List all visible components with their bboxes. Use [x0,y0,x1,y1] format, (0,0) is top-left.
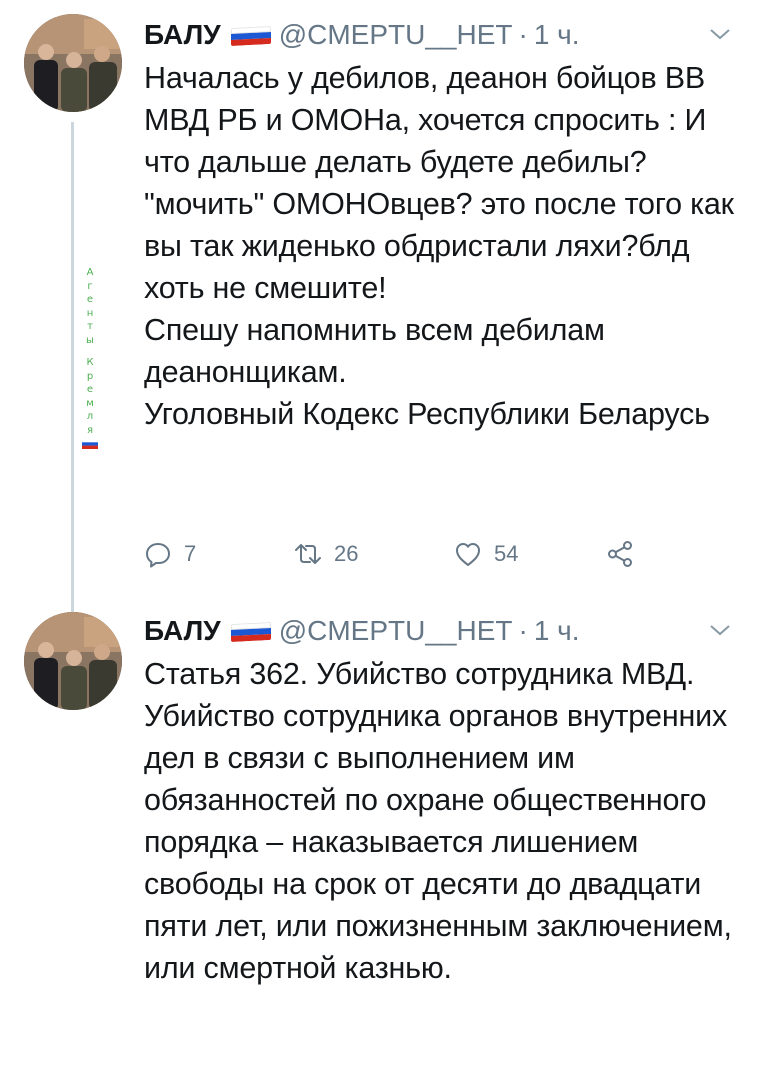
retweet-icon [295,544,321,564]
watermark-word-1: Агенты [82,266,98,347]
russian-flag-icon [82,439,98,449]
watermark-letter: е [86,294,94,305]
share-button[interactable] [606,536,646,572]
watermark-letter: т [87,321,93,332]
russian-flag-icon [230,621,271,643]
watermark-letter: ы [86,334,94,346]
author-name[interactable]: БАЛУ [144,19,221,51]
watermark: Агенты Кремля [82,266,98,454]
timestamp[interactable]: 1 ч. [534,19,580,51]
russian-flag-icon [230,25,271,47]
tweet-paragraph: Статья 362. Убийство сотрудника МВД. [144,657,695,691]
chevron-down-icon[interactable] [708,22,732,46]
heart-icon [456,543,480,566]
author-handle[interactable]: @CMEPTU__HET [279,19,513,51]
watermark-letter: л [86,411,94,422]
tweet-text: Началась у дебилов, деанон бойцов ВВ МВД… [144,57,744,435]
tweet-header: БАЛУ @CMEPTU__HET · 1 ч. [144,18,580,52]
retweet-count: 26 [334,541,359,566]
tweet-header: БАЛУ @CMEPTU__HET · 1 ч. [144,614,580,648]
tweet-text: Статья 362. Убийство сотрудника МВД. Уби… [144,653,744,989]
avatar-photo-icon [24,14,122,112]
reply-icon [146,543,170,568]
author-handle[interactable]: @CMEPTU__HET [279,615,513,647]
share-icon [608,541,632,567]
separator: · [518,615,528,646]
watermark-letter: А [86,267,94,278]
like-button[interactable]: 54 [454,536,518,572]
watermark-letter: р [86,370,94,382]
chevron-down-icon[interactable] [708,618,732,642]
reply-button[interactable]: 7 [144,536,196,572]
tweet-actions: 7 26 54 [144,536,644,572]
avatar[interactable] [24,14,122,112]
avatar-photo-icon [24,612,122,710]
watermark-letter: н [86,307,94,319]
tweet-paragraph: Спешу напомнить всем дебилам деанонщикам… [144,313,605,389]
watermark-letter: г [87,280,93,292]
separator: · [518,19,528,50]
tweet-paragraph: Убийство сотрудника органов внутренних д… [144,699,732,985]
avatar[interactable] [24,612,122,710]
watermark-letter: я [86,424,93,436]
tweet-2[interactable]: БАЛУ @CMEPTU__HET · 1 ч. Статья 362. Уби… [0,600,760,1080]
timestamp[interactable]: 1 ч. [534,615,580,647]
author-name[interactable]: БАЛУ [144,615,221,647]
thread-line [71,122,74,612]
tweet-paragraph: Началась у дебилов, деанон бойцов ВВ МВД… [144,61,734,305]
watermark-word-2: Кремля [82,356,98,437]
watermark-letter: е [86,384,94,395]
tweet-1[interactable]: Агенты Кремля БАЛУ @CMEPTU__HET · 1 ч. Н… [0,0,760,612]
retweet-button[interactable]: 26 [294,536,358,572]
reply-count: 7 [184,541,197,566]
watermark-letter: м [86,397,94,409]
like-count: 54 [494,541,519,566]
tweet-paragraph: Уголовный Кодекс Республики Беларусь [144,397,710,431]
watermark-letter: К [86,357,94,368]
